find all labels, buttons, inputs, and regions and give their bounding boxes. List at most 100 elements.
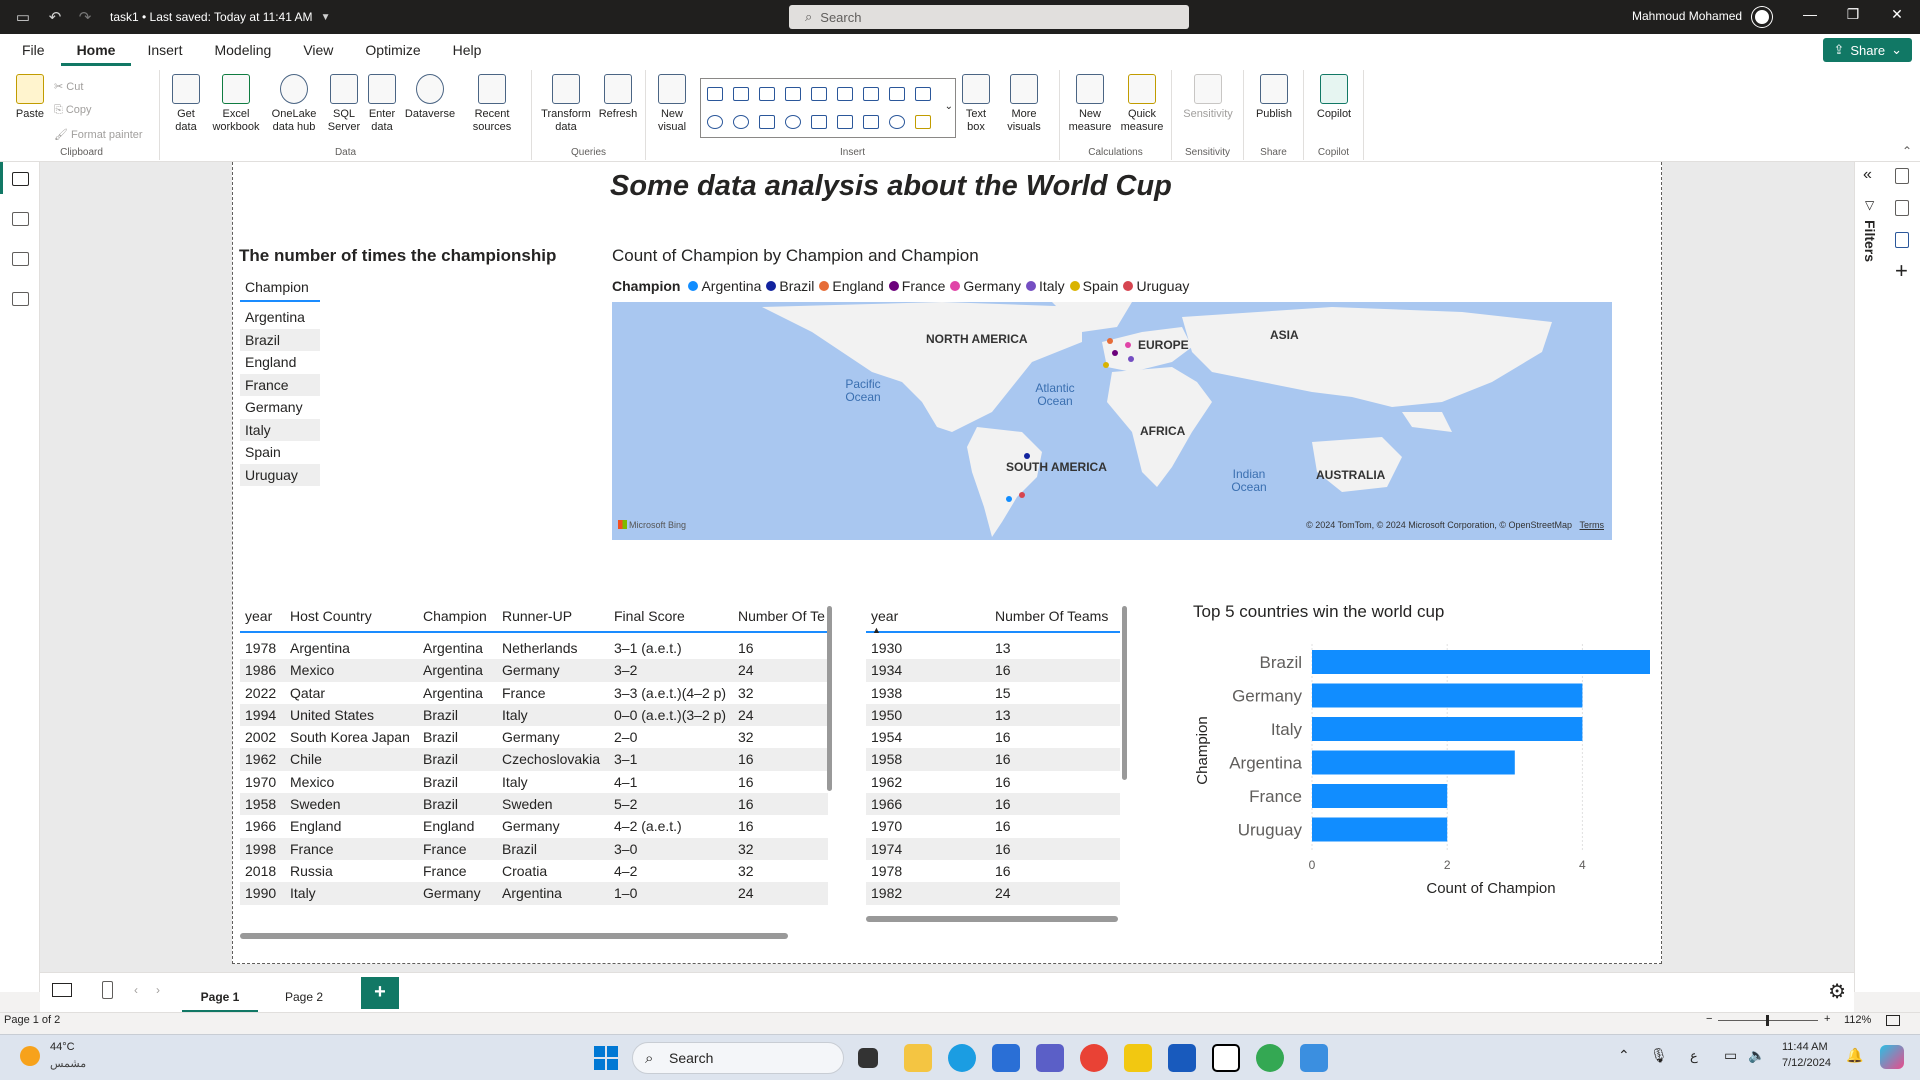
visual-gallery[interactable]: ⌄ bbox=[700, 78, 956, 138]
add-page-button[interactable]: + bbox=[361, 977, 399, 1009]
pie-chart-icon[interactable] bbox=[707, 115, 723, 129]
avatar[interactable] bbox=[1752, 7, 1772, 27]
table-row[interactable]: 1930 13 bbox=[866, 637, 1120, 659]
data-pane-icon[interactable] bbox=[1895, 200, 1909, 216]
mobile-layout-icon[interactable] bbox=[102, 981, 113, 999]
refresh-button[interactable]: Refresh bbox=[594, 74, 642, 121]
table-row[interactable]: 1978 Argentina Argentina Netherlands 3–1 (a.… bbox=[240, 637, 828, 659]
100-bar-icon[interactable] bbox=[811, 87, 827, 101]
store-icon[interactable] bbox=[992, 1044, 1020, 1072]
map-point-france[interactable] bbox=[1112, 350, 1118, 356]
filter-icon[interactable]: ▽ bbox=[1865, 198, 1874, 212]
menu-help[interactable]: Help bbox=[437, 34, 498, 66]
column-header-runner-up[interactable]: Runner-UP bbox=[497, 608, 609, 624]
table-row[interactable]: 1962 16 bbox=[866, 771, 1120, 793]
menu-view[interactable]: View bbox=[287, 34, 349, 66]
excel-workbook-button[interactable]: Excel workbook bbox=[208, 74, 264, 134]
map-terms-link[interactable]: Terms bbox=[1580, 520, 1605, 530]
table-row[interactable]: Spain bbox=[240, 441, 320, 464]
model-view-icon[interactable] bbox=[12, 252, 29, 266]
menu-home[interactable]: Home bbox=[60, 34, 132, 66]
menu-modeling[interactable]: Modeling bbox=[198, 34, 287, 66]
notion-icon[interactable] bbox=[1212, 1044, 1240, 1072]
teams-table-vscroll[interactable] bbox=[1122, 606, 1127, 780]
enter-data-button[interactable]: Enter data bbox=[364, 74, 400, 134]
table-view-icon[interactable] bbox=[12, 212, 29, 226]
copilot-taskbar-icon[interactable] bbox=[1880, 1045, 1904, 1069]
column-header-number-of-teams[interactable]: Number Of Te bbox=[733, 608, 828, 624]
column-header-champion[interactable]: Champion bbox=[240, 272, 320, 302]
ribbon-chart-icon[interactable] bbox=[915, 87, 931, 101]
table-row[interactable]: 1966 16 bbox=[866, 793, 1120, 816]
zoom-slider-thumb[interactable] bbox=[1766, 1015, 1769, 1026]
zoom-out-icon[interactable]: − bbox=[1706, 1013, 1712, 1025]
share-button[interactable]: ⇪ Share ⌄ bbox=[1823, 38, 1912, 62]
get-data-button[interactable]: Get data bbox=[168, 74, 204, 134]
cut-button[interactable]: ✂ Cut bbox=[54, 80, 83, 93]
legend-item[interactable]: Spain bbox=[1069, 278, 1118, 294]
start-icon[interactable] bbox=[594, 1046, 618, 1070]
table-row[interactable]: 1970 Mexico Brazil Italy 4–1 16 bbox=[240, 771, 828, 793]
bar-brazil[interactable] bbox=[1312, 650, 1650, 674]
search-input[interactable]: ⌕ Search bbox=[789, 5, 1189, 29]
legend-item[interactable]: Italy bbox=[1025, 278, 1065, 294]
redo-icon[interactable]: ↷ bbox=[72, 4, 98, 30]
table-row[interactable]: 1970 16 bbox=[866, 815, 1120, 837]
report-title[interactable]: Some data analysis about the World Cup bbox=[610, 170, 1172, 203]
copilot-button[interactable]: Copilot bbox=[1310, 74, 1358, 121]
microphone-icon[interactable]: 🎙 bbox=[1650, 1047, 1668, 1064]
clock-time[interactable]: 11:44 AM bbox=[1782, 1041, 1828, 1053]
map-point-italy[interactable] bbox=[1128, 356, 1134, 362]
bar-germany[interactable] bbox=[1312, 683, 1583, 708]
map-point-uruguay[interactable] bbox=[1019, 492, 1025, 498]
card-icon[interactable] bbox=[837, 115, 853, 129]
legend-item[interactable]: Argentina bbox=[688, 278, 761, 294]
clustered-bar-icon[interactable] bbox=[759, 87, 775, 101]
weather-temp[interactable]: 44°C bbox=[50, 1041, 75, 1053]
onelake-button[interactable]: OneLake data hub bbox=[266, 74, 322, 134]
notification-icon[interactable]: 🔔 bbox=[1846, 1047, 1863, 1064]
text-box-button[interactable]: Text box bbox=[958, 74, 994, 134]
globe-icon[interactable] bbox=[889, 115, 905, 129]
treemap-icon[interactable] bbox=[759, 115, 775, 129]
report-view-icon[interactable] bbox=[12, 172, 29, 186]
page-tab-2[interactable]: Page 2 bbox=[266, 981, 342, 1013]
champion-table[interactable]: Champion Argentina Brazil England France… bbox=[240, 272, 320, 486]
world-map[interactable]: NORTH AMERICA EUROPE ASIA Pacific Ocean … bbox=[612, 302, 1612, 540]
sql-server-button[interactable]: SQL Server bbox=[326, 74, 362, 134]
document-title[interactable]: task1 • Last saved: Today at 11:41 AM bbox=[110, 10, 313, 24]
quick-measure-button[interactable]: Quick measure bbox=[1118, 74, 1166, 134]
stacked-column-icon[interactable] bbox=[733, 87, 749, 101]
kpi-icon[interactable] bbox=[915, 115, 931, 129]
stacked-bar-icon[interactable] bbox=[707, 87, 723, 101]
column-header-year[interactable]: year bbox=[866, 608, 990, 624]
new-measure-button[interactable]: New measure bbox=[1066, 74, 1114, 134]
map-icon[interactable] bbox=[785, 115, 801, 129]
new-visual-button[interactable]: New visual bbox=[654, 74, 690, 134]
format-painter-button[interactable]: 🖌 Format painter bbox=[54, 128, 143, 141]
table-row[interactable]: 1958 Sweden Brazil Sweden 5–2 16 bbox=[240, 793, 828, 816]
word-icon[interactable] bbox=[1168, 1044, 1196, 1072]
settings-icon[interactable]: ⚙ bbox=[1828, 979, 1846, 1004]
teams-icon[interactable] bbox=[1036, 1044, 1064, 1072]
power-bi-icon[interactable] bbox=[1124, 1044, 1152, 1072]
table-row[interactable]: Italy bbox=[240, 418, 320, 441]
clustered-column-icon[interactable] bbox=[785, 87, 801, 101]
sort-ascending-icon[interactable]: ▲ bbox=[872, 625, 881, 635]
undo-icon[interactable]: ↶ bbox=[42, 4, 68, 30]
table-row[interactable]: 2018 Russia France Croatia 4–2 32 bbox=[240, 860, 828, 882]
filled-map-icon[interactable] bbox=[811, 115, 827, 129]
legend-item[interactable]: Brazil bbox=[766, 278, 814, 294]
table-row[interactable]: France bbox=[240, 373, 320, 396]
map-point-england[interactable] bbox=[1107, 338, 1113, 344]
matches-table-hscroll[interactable] bbox=[240, 933, 788, 939]
table-row[interactable]: 1998 France France Brazil 3–0 32 bbox=[240, 837, 828, 860]
teams-table[interactable]: year Number Of Teams ▲ 1930 13 1934 16 1938 1… bbox=[866, 601, 1120, 921]
gallery-expand-icon[interactable]: ⌄ bbox=[945, 101, 953, 112]
photos-icon[interactable] bbox=[1300, 1044, 1328, 1072]
column-header-number-of-teams[interactable]: Number Of Teams bbox=[990, 608, 1120, 624]
table-row[interactable]: 1974 16 bbox=[866, 837, 1120, 860]
donut-chart-icon[interactable] bbox=[733, 115, 749, 129]
format-pane-icon[interactable] bbox=[1895, 232, 1909, 248]
bar-italy[interactable] bbox=[1312, 717, 1583, 741]
